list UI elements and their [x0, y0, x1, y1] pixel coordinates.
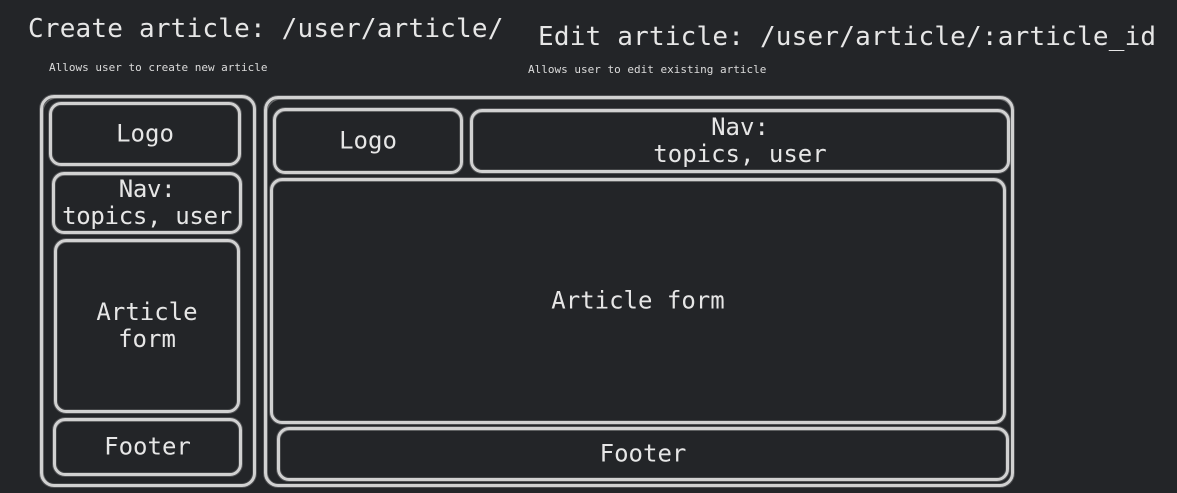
edit-footer-block: Footer: [277, 427, 1009, 481]
create-nav-label: Nav: topics, user: [62, 175, 232, 230]
edit-page-title: Edit article: /user/article/:article_id: [538, 22, 1157, 52]
create-page-subtitle: Allows user to create new article: [49, 61, 268, 74]
create-logo-label: Logo: [116, 119, 174, 148]
edit-nav-label: Nav: topics, user: [653, 113, 827, 168]
create-article-form-block: Article form: [54, 239, 240, 413]
create-article-form-label: Article form: [96, 298, 198, 353]
create-logo-block: Logo: [49, 102, 241, 166]
edit-footer-label: Footer: [599, 439, 687, 468]
edit-page-subtitle: Allows user to edit existing article: [528, 63, 767, 76]
edit-nav-block: Nav: topics, user: [470, 109, 1010, 173]
edit-article-form-label: Article form: [551, 286, 725, 315]
edit-article-form-block: Article form: [270, 178, 1006, 424]
create-nav-block: Nav: topics, user: [52, 172, 242, 234]
create-page-title: Create article: /user/article/: [28, 14, 504, 44]
create-footer-label: Footer: [104, 432, 191, 461]
create-footer-block: Footer: [53, 418, 242, 476]
edit-logo-label: Logo: [339, 126, 397, 155]
edit-logo-block: Logo: [273, 108, 463, 174]
